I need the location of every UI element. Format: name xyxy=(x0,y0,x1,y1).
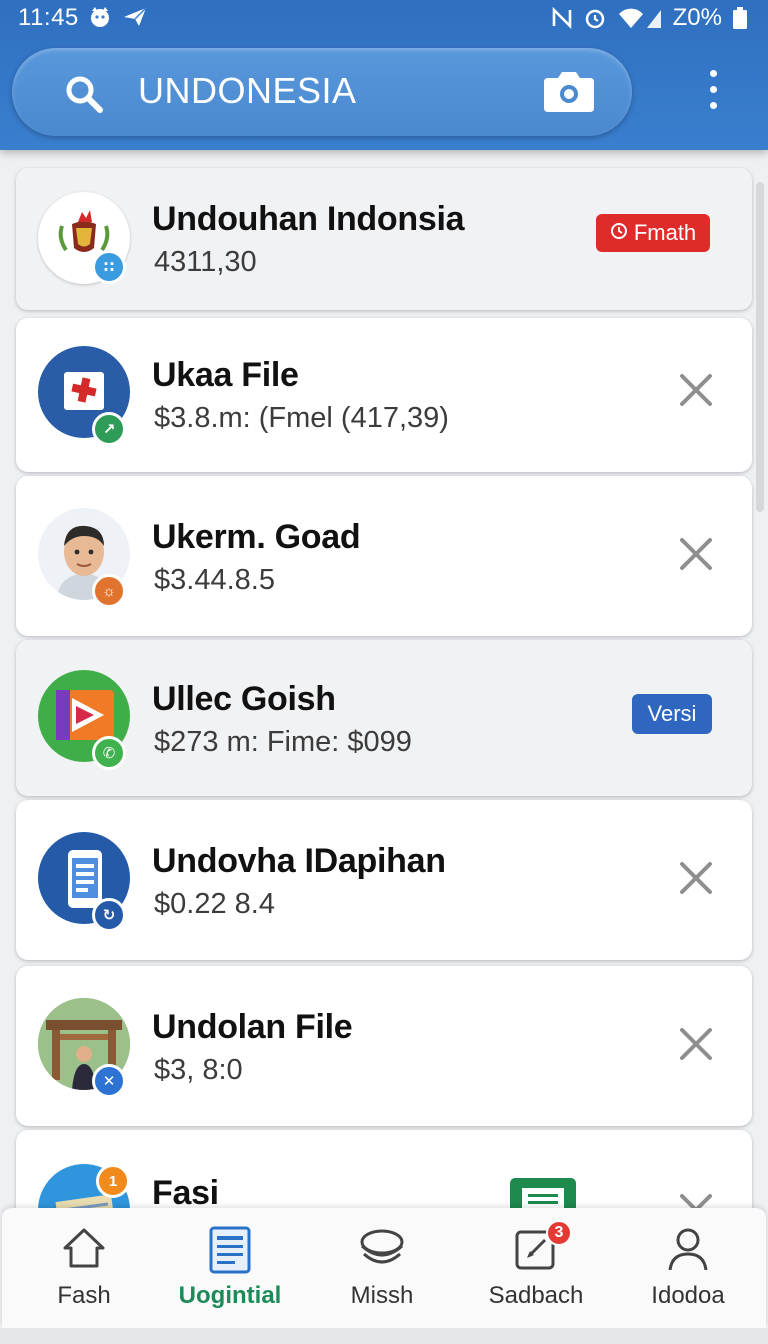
tab-fash[interactable]: Fash xyxy=(14,1208,154,1328)
account-badge-icon: ∷ xyxy=(92,250,126,284)
wifi-signal-icon xyxy=(617,6,663,30)
search-icon[interactable] xyxy=(64,74,104,119)
item-subtitle: $3.8.m: (Fmel (417,39) xyxy=(154,402,449,434)
tab-label: Idodoa xyxy=(651,1282,725,1309)
tab-label: Uogintial xyxy=(178,1282,282,1309)
list-item[interactable]: ∷ Undouhan Indonsia 4311,30 Fmath xyxy=(16,168,752,310)
bottom-edge xyxy=(0,1328,768,1344)
tab-idodoa[interactable]: Idodoa xyxy=(618,1208,758,1328)
app-bar: 11:45 Z0% UNDONESIA xyxy=(0,0,768,150)
person-icon xyxy=(663,1224,713,1279)
bottom-navigation: Fash Uogintial Missh 3 Sadbach Idodoa xyxy=(2,1208,766,1328)
item-subtitle: 4311,30 xyxy=(154,246,257,278)
arrow-badge-icon: ↗ xyxy=(92,412,126,446)
battery-icon xyxy=(732,6,748,30)
item-subtitle: $0.22 8.4 xyxy=(154,888,275,920)
list-item[interactable]: ☼ Ukerm. Goad $3.44.8.5 xyxy=(16,476,752,636)
search-bar[interactable]: UNDONESIA xyxy=(12,48,632,136)
home-icon xyxy=(59,1224,109,1277)
share-badge-icon: ☼ xyxy=(92,574,126,608)
fmath-tag-button[interactable]: Fmath xyxy=(596,214,710,252)
close-icon[interactable] xyxy=(676,1024,716,1064)
status-bar: 11:45 Z0% xyxy=(0,0,768,38)
item-subtitle: $273 m: Fime: $099 xyxy=(154,726,412,758)
tab-label: Missh xyxy=(350,1282,414,1309)
battery-percent: Z0% xyxy=(672,4,722,31)
item-title: Undouhan Indonsia xyxy=(152,200,465,238)
number-badge-icon: 1 xyxy=(96,1164,130,1198)
item-title: Ukaa File xyxy=(152,356,299,394)
item-title: Undolan File xyxy=(152,1008,353,1046)
tab-sadbach[interactable]: 3 Sadbach xyxy=(466,1208,606,1328)
status-time: 11:45 xyxy=(18,4,79,31)
tab-label: Fash xyxy=(57,1282,111,1309)
item-title: Ukerm. Goad xyxy=(152,518,361,556)
tab-label: Sadbach xyxy=(488,1282,584,1309)
item-title: Undovha IDapihan xyxy=(152,842,446,880)
item-subtitle: $3, 8:0 xyxy=(154,1054,243,1086)
pill-label: Fmath xyxy=(633,220,697,245)
close-icon[interactable] xyxy=(676,534,716,574)
camera-icon[interactable] xyxy=(540,70,598,119)
close-icon[interactable] xyxy=(676,370,716,410)
layers-icon xyxy=(357,1224,407,1277)
list-item[interactable]: ↻ Undovha IDapihan $0.22 8.4 xyxy=(16,800,752,960)
versi-tag-button[interactable]: Versi xyxy=(632,694,712,734)
item-title: Ullec Goish xyxy=(152,680,336,718)
pill-label: Versi xyxy=(647,701,697,726)
search-input[interactable]: UNDONESIA xyxy=(138,70,357,112)
send-icon xyxy=(122,5,148,29)
notification-count-badge: 3 xyxy=(546,1220,572,1246)
list-item[interactable]: ↗ Ukaa File $3.8.m: (Fmel (417,39) xyxy=(16,318,752,472)
phone-badge-icon: ✆ xyxy=(92,736,126,770)
more-options-icon[interactable] xyxy=(700,70,726,116)
tab-missh[interactable]: Missh xyxy=(312,1208,452,1328)
x-badge-icon: ✕ xyxy=(92,1064,126,1098)
list-item[interactable]: ✆ Ullec Goish $273 m: Fime: $099 Versi xyxy=(16,640,752,796)
tab-uogintial[interactable]: Uogintial xyxy=(160,1208,300,1328)
list-item[interactable]: ✕ Undolan File $3, 8:0 xyxy=(16,966,752,1126)
nfc-icon xyxy=(551,6,573,30)
clock-icon xyxy=(610,220,628,246)
item-subtitle: $3.44.8.5 xyxy=(154,564,275,596)
close-icon[interactable] xyxy=(676,858,716,898)
document-icon xyxy=(205,1224,255,1281)
scrollbar[interactable] xyxy=(756,182,764,512)
notification-cat-icon xyxy=(88,5,112,29)
alarm-icon xyxy=(583,6,607,30)
sync-badge-icon: ↻ xyxy=(92,898,126,932)
